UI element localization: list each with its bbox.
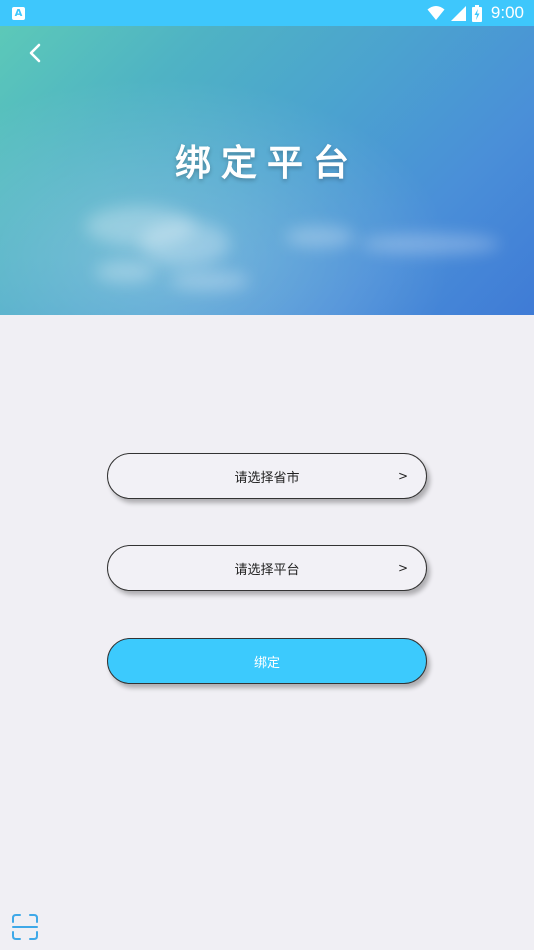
bind-button[interactable]: 绑定 xyxy=(107,638,427,684)
banner-cloud xyxy=(285,226,355,248)
status-time: 9:00 xyxy=(490,3,524,22)
banner-cloud xyxy=(140,221,230,266)
signal-icon xyxy=(450,5,466,21)
bind-platform-screen: A 9:00 绑定平台 请选择省市 > 请选择平台 > 绑定 xyxy=(0,0,534,950)
scan-button[interactable] xyxy=(12,914,38,940)
bind-button-label: 绑定 xyxy=(253,655,280,671)
back-button[interactable] xyxy=(20,38,50,68)
page-title: 绑定平台 xyxy=(174,143,359,184)
scan-icon xyxy=(12,914,38,940)
banner-cloud xyxy=(170,271,250,291)
chevron-right-icon: > xyxy=(397,561,408,575)
notification-icon: A xyxy=(12,6,25,20)
wifi-icon xyxy=(427,6,445,20)
province-city-select[interactable]: 请选择省市 > xyxy=(107,453,427,499)
province-city-select-label: 请选择省市 xyxy=(234,470,300,486)
chevron-right-icon: > xyxy=(397,469,408,483)
platform-select[interactable]: 请选择平台 > xyxy=(107,545,427,591)
status-bar: A 9:00 xyxy=(0,0,534,26)
banner-cloud xyxy=(360,234,500,254)
banner-cloud xyxy=(95,261,155,283)
header-banner: 绑定平台 xyxy=(0,26,534,315)
battery-icon xyxy=(471,4,482,22)
chevron-left-icon xyxy=(29,43,41,63)
platform-select-label: 请选择平台 xyxy=(234,562,300,578)
